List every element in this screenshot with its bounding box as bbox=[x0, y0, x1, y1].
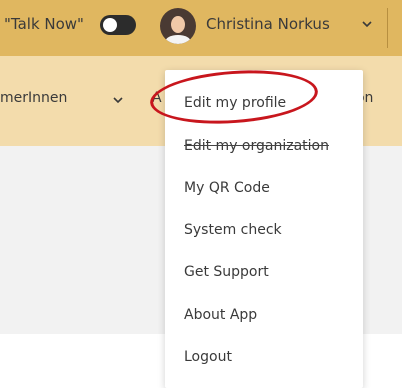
nav-item-participants[interactable]: merInnen bbox=[0, 90, 67, 106]
user-name[interactable]: Christina Norkus bbox=[206, 15, 330, 33]
talk-now-toggle[interactable] bbox=[100, 15, 136, 35]
menu-item-about-app[interactable]: About App bbox=[184, 306, 257, 324]
talk-now-label: "Talk Now" bbox=[4, 15, 84, 33]
menu-item-edit-organization[interactable]: Edit my organization bbox=[184, 137, 329, 155]
toggle-knob bbox=[103, 18, 117, 32]
avatar-shoulders bbox=[165, 35, 191, 44]
nav-item-partial[interactable]: A bbox=[152, 90, 162, 106]
menu-item-edit-profile[interactable]: Edit my profile bbox=[184, 94, 286, 112]
menu-item-get-support[interactable]: Get Support bbox=[184, 263, 269, 281]
menu-item-logout[interactable]: Logout bbox=[184, 348, 232, 366]
user-dropdown-menu: Edit my profile Edit my organization My … bbox=[165, 70, 363, 388]
menu-item-system-check[interactable]: System check bbox=[184, 221, 282, 239]
user-avatar-icon[interactable] bbox=[160, 8, 196, 44]
chevron-down-icon[interactable] bbox=[113, 95, 123, 105]
top-bar: "Talk Now" Christina Norkus bbox=[0, 0, 402, 56]
chevron-down-icon[interactable] bbox=[362, 19, 372, 29]
avatar-face bbox=[171, 16, 185, 33]
header-divider bbox=[387, 8, 388, 48]
menu-item-qr-code[interactable]: My QR Code bbox=[184, 179, 270, 197]
